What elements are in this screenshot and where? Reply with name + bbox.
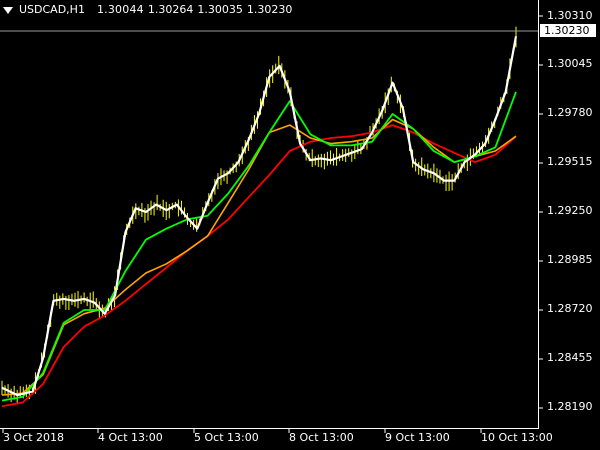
y-tick-label: 1.29515 [547,155,593,168]
ohlc-high: 1.30264 [147,3,194,16]
x-tick-label: 5 Oct 13:00 [194,431,259,444]
x-tick-label: 8 Oct 13:00 [289,431,354,444]
chart-window[interactable]: USDCAD,H1 1.30044 1.30264 1.30035 1.3023… [0,0,600,450]
y-tick-label: 1.28985 [547,253,593,266]
x-tick-label: 9 Oct 13:00 [385,431,450,444]
ohlc-close: 1.30230 [246,3,293,16]
ohlc-open: 1.30044 [96,3,144,16]
ohlc-low: 1.30035 [197,3,243,16]
chart-header: USDCAD,H1 1.30044 1.30264 1.30035 1.3023… [3,3,292,17]
y-tick-label: 1.28720 [547,302,593,315]
dropdown-triangle-icon[interactable] [3,6,13,14]
y-tick-label: 1.29780 [547,106,593,119]
y-tick-label: 1.28455 [547,351,593,364]
x-tick-label: 4 Oct 13:00 [98,431,163,444]
y-tick-label: 1.28190 [547,400,593,413]
x-tick-label: 10 Oct 13:00 [481,431,553,444]
current-price-label: 1.30230 [540,24,596,37]
y-tick-label: 1.30045 [547,57,593,70]
y-tick-label: 1.29250 [547,204,593,217]
symbol-label: USDCAD,H1 [19,3,85,16]
price-chart[interactable] [0,0,600,450]
y-tick-label: 1.30310 [547,9,593,22]
x-tick-label: 3 Oct 2018 [3,431,65,444]
